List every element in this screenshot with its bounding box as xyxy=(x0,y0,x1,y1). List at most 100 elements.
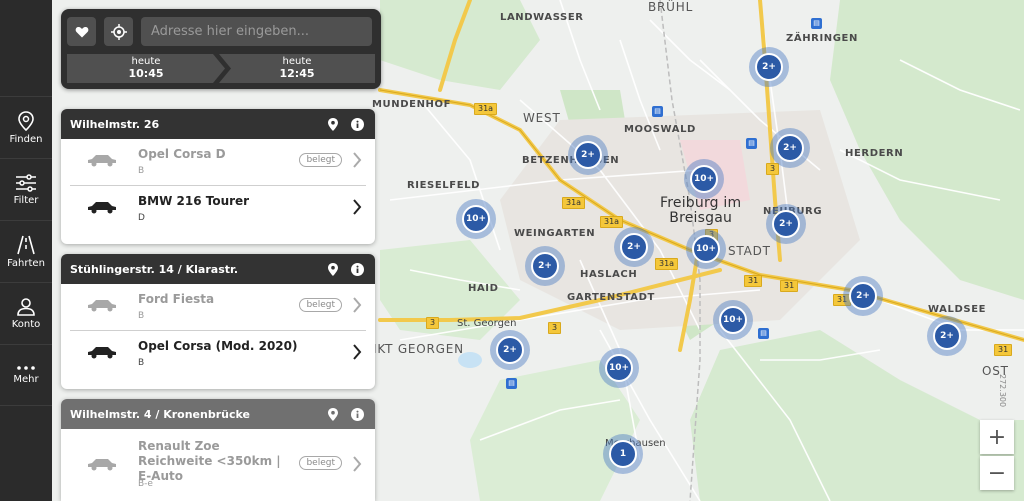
map-cluster-marker[interactable]: 2+ xyxy=(749,47,789,87)
station-location-icon[interactable] xyxy=(325,116,341,132)
map-cluster-marker[interactable]: 10+ xyxy=(599,348,639,388)
sidebar-item-label: Filter xyxy=(13,194,39,206)
map-cluster-marker[interactable]: 2+ xyxy=(525,246,565,286)
station-location-icon[interactable] xyxy=(325,406,341,422)
road-number-badge: 31a xyxy=(562,197,586,209)
vehicle-name: Opel Corsa D xyxy=(138,147,226,161)
chevron-right-icon xyxy=(353,344,362,360)
cluster-count: 10+ xyxy=(692,235,720,263)
place-label: HERDERN xyxy=(845,148,904,159)
map-cluster-marker[interactable]: 10+ xyxy=(684,159,724,199)
map-cluster-marker[interactable]: 10+ xyxy=(713,300,753,340)
station-header[interactable]: Wilhelmstr. 26 xyxy=(61,109,375,139)
map-cluster-marker[interactable]: 2+ xyxy=(770,128,810,168)
road-number-badge: 31a xyxy=(474,103,498,115)
station-card: Wilhelmstr. 26 Opel Corsa D B belegt BMW… xyxy=(61,109,375,244)
map-cluster-marker[interactable]: 2+ xyxy=(568,135,608,175)
sidebar-item-filter[interactable]: Filter xyxy=(0,158,52,220)
sidebar-item-finden[interactable]: Finden xyxy=(0,96,52,158)
place-label: IKT GEORGEN xyxy=(373,342,464,356)
place-label: MOOSWALD xyxy=(624,124,696,135)
zoom-in-button[interactable]: + xyxy=(980,420,1014,454)
sidebar-item-fahrten[interactable]: Fahrten xyxy=(0,220,52,282)
end-time-selector[interactable]: heute 12:45 xyxy=(219,54,375,83)
chevron-right-icon xyxy=(353,152,362,168)
place-label: LANDWASSER xyxy=(500,12,584,23)
station-name: Wilhelmstr. 4 / Kronenbrücke xyxy=(70,407,250,421)
station-card: Wilhelmstr. 4 / Kronenbrücke Renault Zoe… xyxy=(61,399,375,501)
cluster-count: 2+ xyxy=(776,134,804,162)
cluster-count: 2+ xyxy=(849,282,877,310)
vehicle-row[interactable]: Opel Corsa (Mod. 2020) B xyxy=(70,331,366,378)
train-station-icon: ▤ xyxy=(746,138,757,149)
vehicle-row[interactable]: BMW 216 Tourer D xyxy=(70,186,366,233)
vehicle-class: B xyxy=(138,311,145,321)
cluster-count: 2+ xyxy=(933,322,961,350)
favorites-button[interactable] xyxy=(67,17,96,46)
map-cluster-marker[interactable]: 1 xyxy=(603,434,643,474)
vehicle-class: B xyxy=(138,166,145,176)
address-search-input[interactable] xyxy=(141,17,372,46)
vehicle-row[interactable]: Opel Corsa D B belegt xyxy=(70,139,366,186)
zoom-out-button[interactable]: − xyxy=(980,456,1014,490)
station-info-icon[interactable] xyxy=(349,261,365,277)
station-name: Stühlingerstr. 14 / Klarastr. xyxy=(70,262,239,276)
map-cluster-marker[interactable]: 10+ xyxy=(456,199,496,239)
place-label: STADT xyxy=(728,244,771,258)
start-time: 10:45 xyxy=(128,67,164,80)
vehicle-row[interactable]: Renault Zoe Reichweite <350km | E-Auto B… xyxy=(70,429,366,501)
map-cluster-marker[interactable]: 2+ xyxy=(843,276,883,316)
sidebar: Finden Filter Fahrten Konto Mehr xyxy=(0,0,52,501)
cluster-count: 2+ xyxy=(531,252,559,280)
road-number-badge: 31 xyxy=(744,275,763,287)
place-label: WEINGARTEN xyxy=(514,228,596,239)
station-info-icon[interactable] xyxy=(349,116,365,132)
place-label: HASLACH xyxy=(580,269,638,280)
map-cluster-marker[interactable]: 2+ xyxy=(490,330,530,370)
car-icon xyxy=(88,155,116,167)
map-cluster-marker[interactable]: 10+ xyxy=(686,229,726,269)
end-time: 12:45 xyxy=(279,67,315,80)
road-number-badge: 31a xyxy=(600,216,624,228)
cluster-count: 10+ xyxy=(690,165,718,193)
map-pin-icon xyxy=(18,110,34,131)
road-number-badge: 3 xyxy=(766,163,780,175)
sidebar-item-mehr[interactable]: Mehr xyxy=(0,344,52,406)
map-cluster-marker[interactable]: 2+ xyxy=(614,227,654,267)
place-label: GARTENSTADT xyxy=(567,292,655,303)
search-panel: heute 10:45 heute 12:45 xyxy=(61,9,381,89)
road-number-badge: 31a xyxy=(655,258,679,270)
place-label: St. Georgen xyxy=(457,318,517,329)
vehicle-name: BMW 216 Tourer xyxy=(138,194,250,208)
station-location-icon[interactable] xyxy=(325,261,341,277)
car-icon xyxy=(88,347,116,359)
sidebar-item-konto[interactable]: Konto xyxy=(0,282,52,344)
chevron-right-icon xyxy=(353,456,362,472)
crosshair-icon xyxy=(110,23,127,40)
cluster-count: 2+ xyxy=(574,141,602,169)
place-label: HAID xyxy=(468,283,499,294)
map-cluster-marker[interactable]: 2+ xyxy=(766,204,806,244)
station-info-icon[interactable] xyxy=(349,406,365,422)
station-name: Wilhelmstr. 26 xyxy=(70,117,160,131)
vehicle-row[interactable]: Ford Fiesta B belegt xyxy=(70,284,366,331)
cluster-count: 10+ xyxy=(605,354,633,382)
car-icon xyxy=(88,459,116,471)
more-dots-icon xyxy=(17,366,35,370)
train-station-icon: ▤ xyxy=(758,328,769,339)
cluster-count: 2+ xyxy=(620,233,648,261)
start-time-selector[interactable]: heute 10:45 xyxy=(67,54,225,83)
locate-me-button[interactable] xyxy=(104,17,133,46)
city-label-freiburg: Freiburg im Breisgau xyxy=(660,196,741,226)
station-header[interactable]: Wilhelmstr. 4 / Kronenbrücke xyxy=(61,399,375,429)
map-cluster-marker[interactable]: 2+ xyxy=(927,316,967,356)
sidebar-item-label: Konto xyxy=(11,318,41,330)
sliders-icon xyxy=(16,173,36,192)
place-label: RIESELFELD xyxy=(407,180,480,191)
cluster-count: 2+ xyxy=(772,210,800,238)
vehicle-class: B-e xyxy=(138,479,153,489)
station-header[interactable]: Stühlingerstr. 14 / Klarastr. xyxy=(61,254,375,284)
cluster-count: 2+ xyxy=(755,53,783,81)
user-icon xyxy=(17,297,35,316)
sidebar-item-label: Fahrten xyxy=(7,257,45,269)
